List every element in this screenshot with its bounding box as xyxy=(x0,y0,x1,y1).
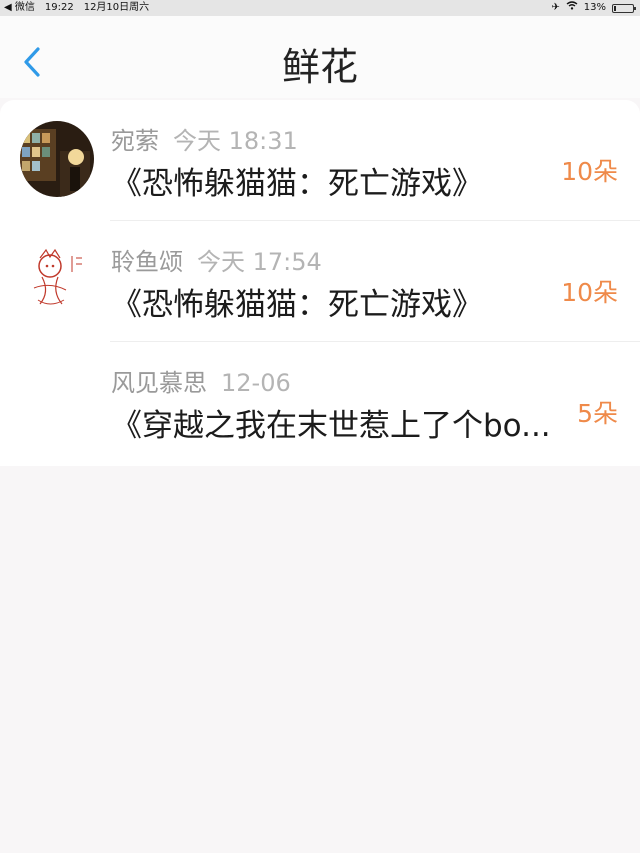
battery-fill xyxy=(614,5,616,11)
navigation-bar: 鲜花 xyxy=(0,16,640,98)
timestamp: 今天 18:31 xyxy=(173,127,298,155)
list-item[interactable]: 风见慕思 12-06 《穿越之我在末世惹上了个bo... 5朵 xyxy=(0,342,640,463)
book-title[interactable]: 《穿越之我在末世惹上了个bo... xyxy=(111,400,551,445)
status-right: ✈ 13% xyxy=(551,0,636,16)
flower-count: 5朵 xyxy=(577,399,618,428)
user-name[interactable]: 风见慕思 xyxy=(111,369,207,397)
status-left: ◀ 微信 19:22 12月10日周六 xyxy=(4,0,149,16)
battery-icon xyxy=(612,3,636,13)
book-title[interactable]: 《恐怖躲猫猫：死亡游戏》 xyxy=(111,158,551,203)
list-item[interactable]: 宛萦 今天 18:31 《恐怖躲猫猫：死亡游戏》 10朵 xyxy=(0,100,640,221)
back-to-app-link[interactable]: ◀ 微信 xyxy=(4,0,35,16)
status-bar: ◀ 微信 19:22 12月10日周六 ✈ 13% xyxy=(0,0,640,16)
user-name[interactable]: 宛萦 xyxy=(111,127,159,155)
user-name[interactable]: 聆鱼颂 xyxy=(111,248,183,276)
flower-count: 10朵 xyxy=(561,278,618,307)
list-item[interactable]: 聆鱼颂 今天 17:54 《恐怖躲猫猫：死亡游戏》 10朵 xyxy=(0,221,640,342)
timestamp: 12-06 xyxy=(221,369,291,397)
item-meta: 聆鱼颂 今天 17:54 xyxy=(111,242,322,277)
book-title[interactable]: 《恐怖躲猫猫：死亡游戏》 xyxy=(111,279,551,324)
status-date: 12月10日周六 xyxy=(83,2,150,13)
status-time: 19:22 xyxy=(44,2,74,13)
battery-percentage: 13% xyxy=(583,2,606,13)
page-title: 鲜花 xyxy=(281,45,358,89)
airplane-icon: ✈ xyxy=(551,2,560,13)
wifi-icon xyxy=(566,0,578,16)
avatar[interactable] xyxy=(20,242,94,318)
flower-count: 10朵 xyxy=(561,157,618,186)
avatar[interactable] xyxy=(20,121,94,197)
item-meta: 宛萦 今天 18:31 xyxy=(111,121,298,156)
item-meta: 风见慕思 12-06 xyxy=(111,363,291,398)
flower-list: 宛萦 今天 18:31 《恐怖躲猫猫：死亡游戏》 10朵 聆鱼颂 今天 17:54 … xyxy=(0,100,640,466)
timestamp: 今天 17:54 xyxy=(197,248,322,276)
